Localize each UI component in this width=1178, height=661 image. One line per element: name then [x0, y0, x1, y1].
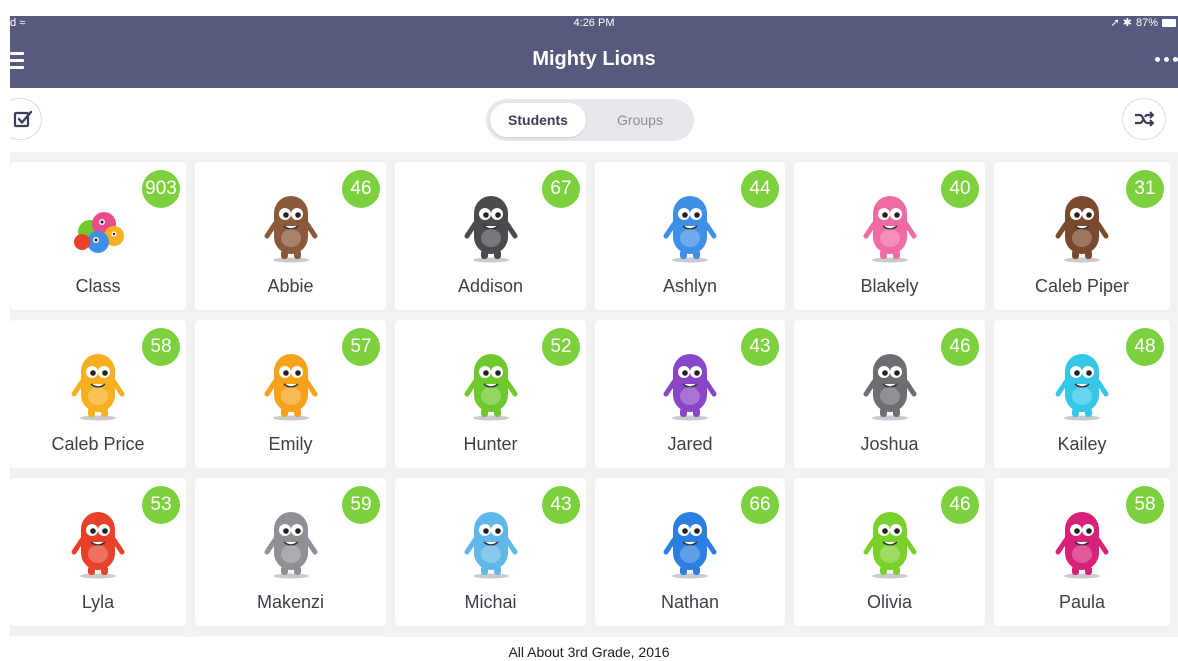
- monster-avatar-icon: [68, 342, 128, 422]
- student-card[interactable]: 48 Kailey: [994, 320, 1170, 468]
- monster-avatar-icon: [1052, 342, 1112, 422]
- student-name: Paula: [1058, 592, 1106, 612]
- monster-avatar-icon: [660, 500, 720, 580]
- monster-avatar-icon: [461, 342, 521, 422]
- status-bar: d ≈ 4:26 PM ➚ ✱ 87%: [10, 16, 1178, 30]
- monster-avatar-icon: [68, 500, 128, 580]
- points-badge: 67: [542, 170, 580, 208]
- student-name: Makenzi: [256, 592, 325, 612]
- student-card[interactable]: 66 Nathan: [595, 478, 785, 626]
- monster-avatar-icon: [860, 342, 920, 422]
- points-badge: 46: [941, 486, 979, 524]
- image-caption: All About 3rd Grade, 2016: [508, 644, 670, 660]
- student-grid: 903 Class 46 Abbie 67 Addison 44 Ashlyn 40 Blakel…: [10, 162, 1170, 626]
- battery-icon: [1162, 19, 1176, 27]
- monster-avatar-icon: [261, 500, 321, 580]
- student-card[interactable]: 43 Jared: [595, 320, 785, 468]
- shuffle-icon: [1135, 111, 1155, 127]
- student-name: Hunter: [463, 434, 518, 454]
- points-badge: 46: [342, 170, 380, 208]
- student-card[interactable]: 44 Ashlyn: [595, 162, 785, 310]
- student-name: Joshua: [860, 434, 919, 454]
- student-card[interactable]: 52 Hunter: [395, 320, 586, 468]
- student-card[interactable]: 67 Addison: [395, 162, 586, 310]
- status-time: 4:26 PM: [573, 17, 615, 29]
- points-badge: 31: [1126, 170, 1164, 208]
- student-name: Caleb Piper: [1034, 276, 1130, 296]
- random-student-button[interactable]: [1122, 98, 1166, 140]
- student-card[interactable]: 31 Caleb Piper: [994, 162, 1170, 310]
- points-badge: 66: [741, 486, 779, 524]
- view-segmented-control: Students Groups: [486, 99, 694, 141]
- monster-avatar-icon: [860, 184, 920, 264]
- points-badge: 53: [142, 486, 180, 524]
- points-badge: 43: [542, 486, 580, 524]
- select-multiple-button[interactable]: [10, 98, 42, 140]
- points-badge: 58: [142, 328, 180, 366]
- student-name: Kailey: [1057, 434, 1107, 454]
- student-name: Emily: [268, 434, 313, 454]
- class-title: Mighty Lions: [532, 48, 656, 70]
- student-card[interactable]: 57 Emily: [195, 320, 386, 468]
- monster-avatar-icon: [1052, 500, 1112, 580]
- battery-indicator: ➚ ✱ 87%: [1110, 16, 1176, 30]
- student-card[interactable]: 58 Paula: [994, 478, 1170, 626]
- points-badge: 46: [941, 328, 979, 366]
- student-name: Nathan: [660, 592, 720, 612]
- monster-avatar-icon: [461, 500, 521, 580]
- points-badge: 43: [741, 328, 779, 366]
- student-name: Caleb Price: [51, 434, 145, 454]
- toolbar: Students Groups: [10, 88, 1178, 152]
- monster-avatar-icon: [261, 342, 321, 422]
- classroom-app: d ≈ 4:26 PM ➚ ✱ 87% Mighty Lions Student…: [10, 16, 1178, 637]
- points-badge: 903: [142, 170, 180, 208]
- class-header: Mighty Lions: [10, 30, 1178, 88]
- student-name: Abbie: [267, 276, 314, 296]
- student-name: Olivia: [866, 592, 912, 612]
- points-badge: 44: [741, 170, 779, 208]
- student-name: Addison: [457, 276, 524, 296]
- student-card[interactable]: 59 Makenzi: [195, 478, 386, 626]
- monster-avatar-icon: [461, 184, 521, 264]
- battery-percent: 87%: [1135, 17, 1158, 29]
- points-badge: 40: [941, 170, 979, 208]
- points-badge: 57: [342, 328, 380, 366]
- class-card[interactable]: 903 Class: [10, 162, 186, 310]
- points-badge: 48: [1126, 328, 1164, 366]
- student-name: Lyla: [81, 592, 115, 612]
- location-bluetooth-icon: ➚ ✱: [1110, 17, 1132, 29]
- monster-avatar-icon: [660, 342, 720, 422]
- class-label: Class: [75, 276, 121, 296]
- checkbox-icon: [13, 110, 33, 128]
- tab-students[interactable]: Students: [490, 103, 586, 137]
- monster-avatar-icon: [660, 184, 720, 264]
- student-card[interactable]: 46 Joshua: [794, 320, 985, 468]
- student-name: Michai: [464, 592, 517, 612]
- monster-avatar-icon: [860, 500, 920, 580]
- points-badge: 52: [542, 328, 580, 366]
- ellipsis-icon[interactable]: [1155, 57, 1178, 62]
- student-name: Jared: [667, 434, 713, 454]
- student-card[interactable]: 58 Caleb Price: [10, 320, 186, 468]
- monster-avatar-icon: [261, 184, 321, 264]
- student-card[interactable]: 40 Blakely: [794, 162, 985, 310]
- student-card[interactable]: 53 Lyla: [10, 478, 186, 626]
- student-card[interactable]: 43 Michai: [395, 478, 586, 626]
- tab-groups[interactable]: Groups: [590, 103, 690, 137]
- student-name: Ashlyn: [662, 276, 718, 296]
- points-badge: 59: [342, 486, 380, 524]
- class-monsters-avatar-icon: [68, 184, 128, 264]
- student-card[interactable]: 46 Olivia: [794, 478, 985, 626]
- monster-avatar-icon: [1052, 184, 1112, 264]
- student-name: Blakely: [860, 276, 919, 296]
- points-badge: 58: [1126, 486, 1164, 524]
- student-card[interactable]: 46 Abbie: [195, 162, 386, 310]
